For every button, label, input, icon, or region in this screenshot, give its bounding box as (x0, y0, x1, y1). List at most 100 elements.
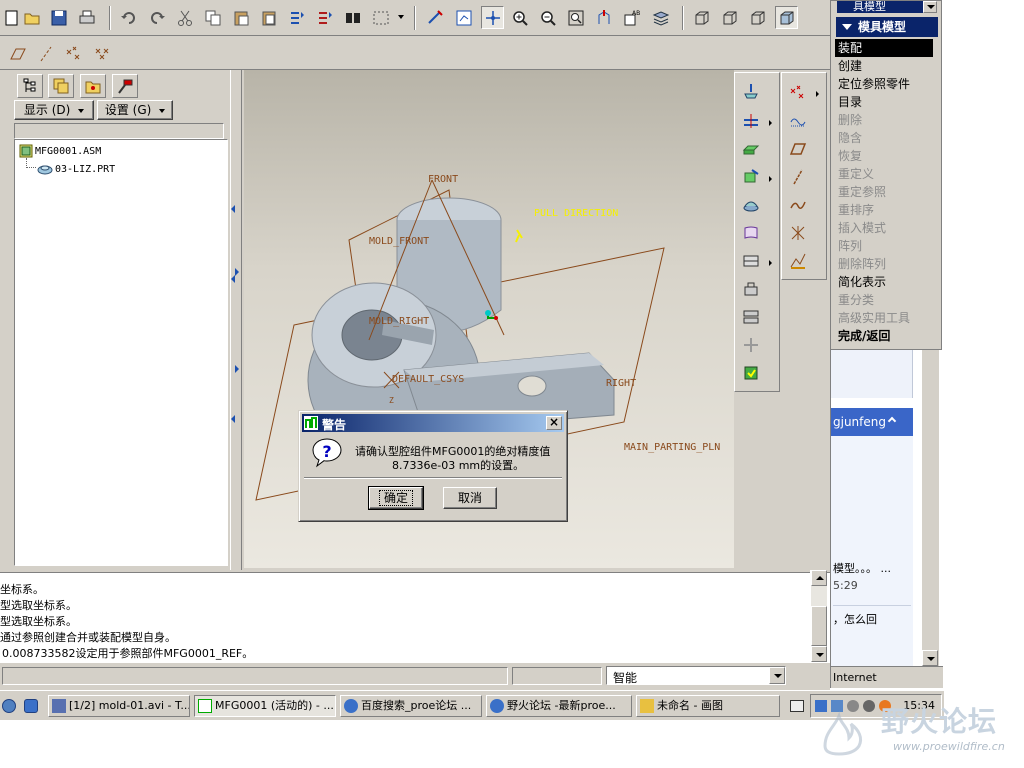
datum-label-right[interactable]: RIGHT (606, 378, 636, 389)
volume-split-icon[interactable] (739, 221, 762, 244)
saved-views-icon[interactable]: AB (620, 6, 643, 29)
select-box-icon[interactable] (369, 6, 392, 29)
menu-item-simplified-rep[interactable]: 简化表示 (835, 273, 933, 291)
chevron-down-icon[interactable] (923, 1, 937, 13)
menu-item-assemble[interactable]: 装配 (835, 39, 933, 57)
save-icon[interactable] (47, 6, 70, 29)
taskbar-item[interactable]: [1/2] mold-01.avi - T... (48, 695, 190, 717)
taskbar-item[interactable]: 野火论坛 -最新proe... (486, 695, 632, 717)
selection-filter-dropdown[interactable]: 智能 (606, 666, 786, 685)
orient-icon[interactable] (452, 6, 475, 29)
wireframe-icon[interactable] (690, 6, 713, 29)
taskbar-item[interactable]: 未命名 - 画图 (636, 695, 780, 717)
workpiece-icon[interactable] (739, 165, 762, 188)
tree-item-assembly[interactable]: MFG0001.ASM (19, 144, 101, 158)
datum-label-front[interactable]: FRONT (428, 174, 458, 185)
pull-direction-icon[interactable] (739, 109, 762, 132)
browser-scrollbar[interactable] (922, 348, 939, 666)
scroll-down-icon[interactable] (922, 650, 938, 666)
zoom-out-icon[interactable] (536, 6, 559, 29)
close-icon[interactable]: × (546, 416, 562, 430)
datum-label-mold-right[interactable]: MOLD_RIGHT (369, 316, 429, 327)
datum-label-main-parting-pln[interactable]: MAIN_PARTING_PLN (624, 442, 720, 453)
datum-plane-display-icon[interactable] (6, 42, 29, 65)
chevron-up-icon[interactable] (887, 416, 897, 426)
datum-axis-display-icon[interactable] (34, 42, 57, 65)
menu-item-create[interactable]: 创建 (835, 57, 933, 75)
keyboard-icon[interactable] (790, 700, 804, 712)
menu-item-locate-ref-part[interactable]: 定位参照零件 (835, 75, 933, 93)
menu-item-done-return[interactable]: 完成/返回 (835, 327, 933, 345)
scroll-down-icon[interactable] (811, 646, 827, 662)
scroll-up-icon[interactable] (811, 570, 827, 586)
shrinkage-icon[interactable] (739, 137, 762, 160)
datum-point-display-icon[interactable] (62, 42, 85, 65)
layer-tree-tab[interactable] (48, 74, 74, 98)
ok-button[interactable]: 确定 (368, 486, 424, 510)
print-icon[interactable] (75, 6, 98, 29)
open-folder-icon[interactable] (20, 6, 43, 29)
paste-special-icon[interactable] (257, 6, 280, 29)
datum-csys-icon[interactable] (786, 221, 809, 244)
mold-component-icon[interactable] (739, 277, 762, 300)
datum-curve-sketch-icon[interactable] (786, 109, 809, 132)
csys-label-default[interactable]: DEFAULT_CSYS (392, 374, 464, 385)
pull-direction-label[interactable]: PULL DIRECTION (534, 208, 618, 219)
collapse-arrow-icon[interactable] (231, 275, 235, 283)
molding-icon[interactable] (739, 305, 762, 328)
no-hidden-icon[interactable] (746, 6, 769, 29)
zoom-in-icon[interactable] (508, 6, 531, 29)
quick-launch-desktop-icon[interactable] (2, 699, 16, 713)
cancel-button[interactable]: 取消 (443, 487, 497, 509)
flyout-arrow-icon[interactable] (769, 176, 772, 182)
expand-arrow-icon[interactable] (235, 365, 239, 373)
repaint-icon[interactable] (423, 6, 446, 29)
datum-point-icon[interactable] (786, 81, 809, 104)
redo-icon[interactable] (145, 6, 168, 29)
navigator-sash[interactable] (230, 70, 242, 570)
mold-volume-icon[interactable] (739, 249, 762, 272)
collapse-arrow-icon[interactable] (231, 415, 235, 423)
datum-axis-icon[interactable] (786, 165, 809, 188)
datum-curve-icon[interactable] (786, 193, 809, 216)
browser-snippet[interactable]: ，怎么回 (833, 611, 877, 627)
hidden-line-icon[interactable] (718, 6, 741, 29)
datum-plane-icon[interactable] (786, 137, 809, 160)
folder-browser-tab[interactable] (80, 74, 106, 98)
tree-item-part[interactable]: 03-LIZ.PRT (37, 162, 115, 176)
quick-launch-browser-icon[interactable] (24, 699, 38, 713)
find-icon[interactable] (341, 6, 364, 29)
flyout-arrow-icon[interactable] (769, 120, 772, 126)
settings-menu-button[interactable]: 设置 (G) (97, 100, 173, 120)
datum-analysis-icon[interactable] (786, 249, 809, 272)
paste-icon[interactable] (229, 6, 252, 29)
regen-manager-icon[interactable] (313, 6, 336, 29)
layers-icon[interactable] (649, 6, 672, 29)
flyout-arrow-icon[interactable] (816, 91, 819, 97)
parting-surface-icon[interactable] (739, 193, 762, 216)
chevron-down-icon[interactable] (769, 667, 785, 684)
spin-center-icon[interactable] (481, 6, 504, 29)
refit-icon[interactable] (564, 6, 587, 29)
regenerate-icon[interactable] (285, 6, 308, 29)
dialog-title-bar[interactable]: 警告 × (302, 414, 564, 432)
mold-opening-icon[interactable] (739, 333, 762, 356)
scroll-thumb[interactable] (811, 606, 827, 646)
browser-user-bar[interactable]: gjunfeng (831, 408, 913, 436)
menu-title[interactable]: 模具模型 (836, 17, 938, 37)
collapse-arrow-icon[interactable] (231, 205, 235, 213)
favorites-tab[interactable] (112, 74, 138, 98)
menu-item-catalog[interactable]: 目录 (835, 93, 933, 111)
cut-icon[interactable] (173, 6, 196, 29)
message-scrollbar[interactable] (810, 570, 827, 662)
mold-check-icon[interactable] (739, 361, 762, 384)
undo-icon[interactable] (117, 6, 140, 29)
shading-icon[interactable] (775, 6, 798, 29)
copy-icon[interactable] (201, 6, 224, 29)
taskbar-item[interactable]: 百度搜索_proe论坛 ... (340, 695, 482, 717)
show-menu-button[interactable]: 显示 (D) (14, 100, 94, 120)
model-tree-tab[interactable] (17, 74, 43, 98)
menu-header-prev[interactable]: 具模型 (837, 1, 937, 13)
view-manager-icon[interactable] (592, 6, 615, 29)
browser-snippet[interactable]: 模型。。。 ... (833, 560, 891, 576)
